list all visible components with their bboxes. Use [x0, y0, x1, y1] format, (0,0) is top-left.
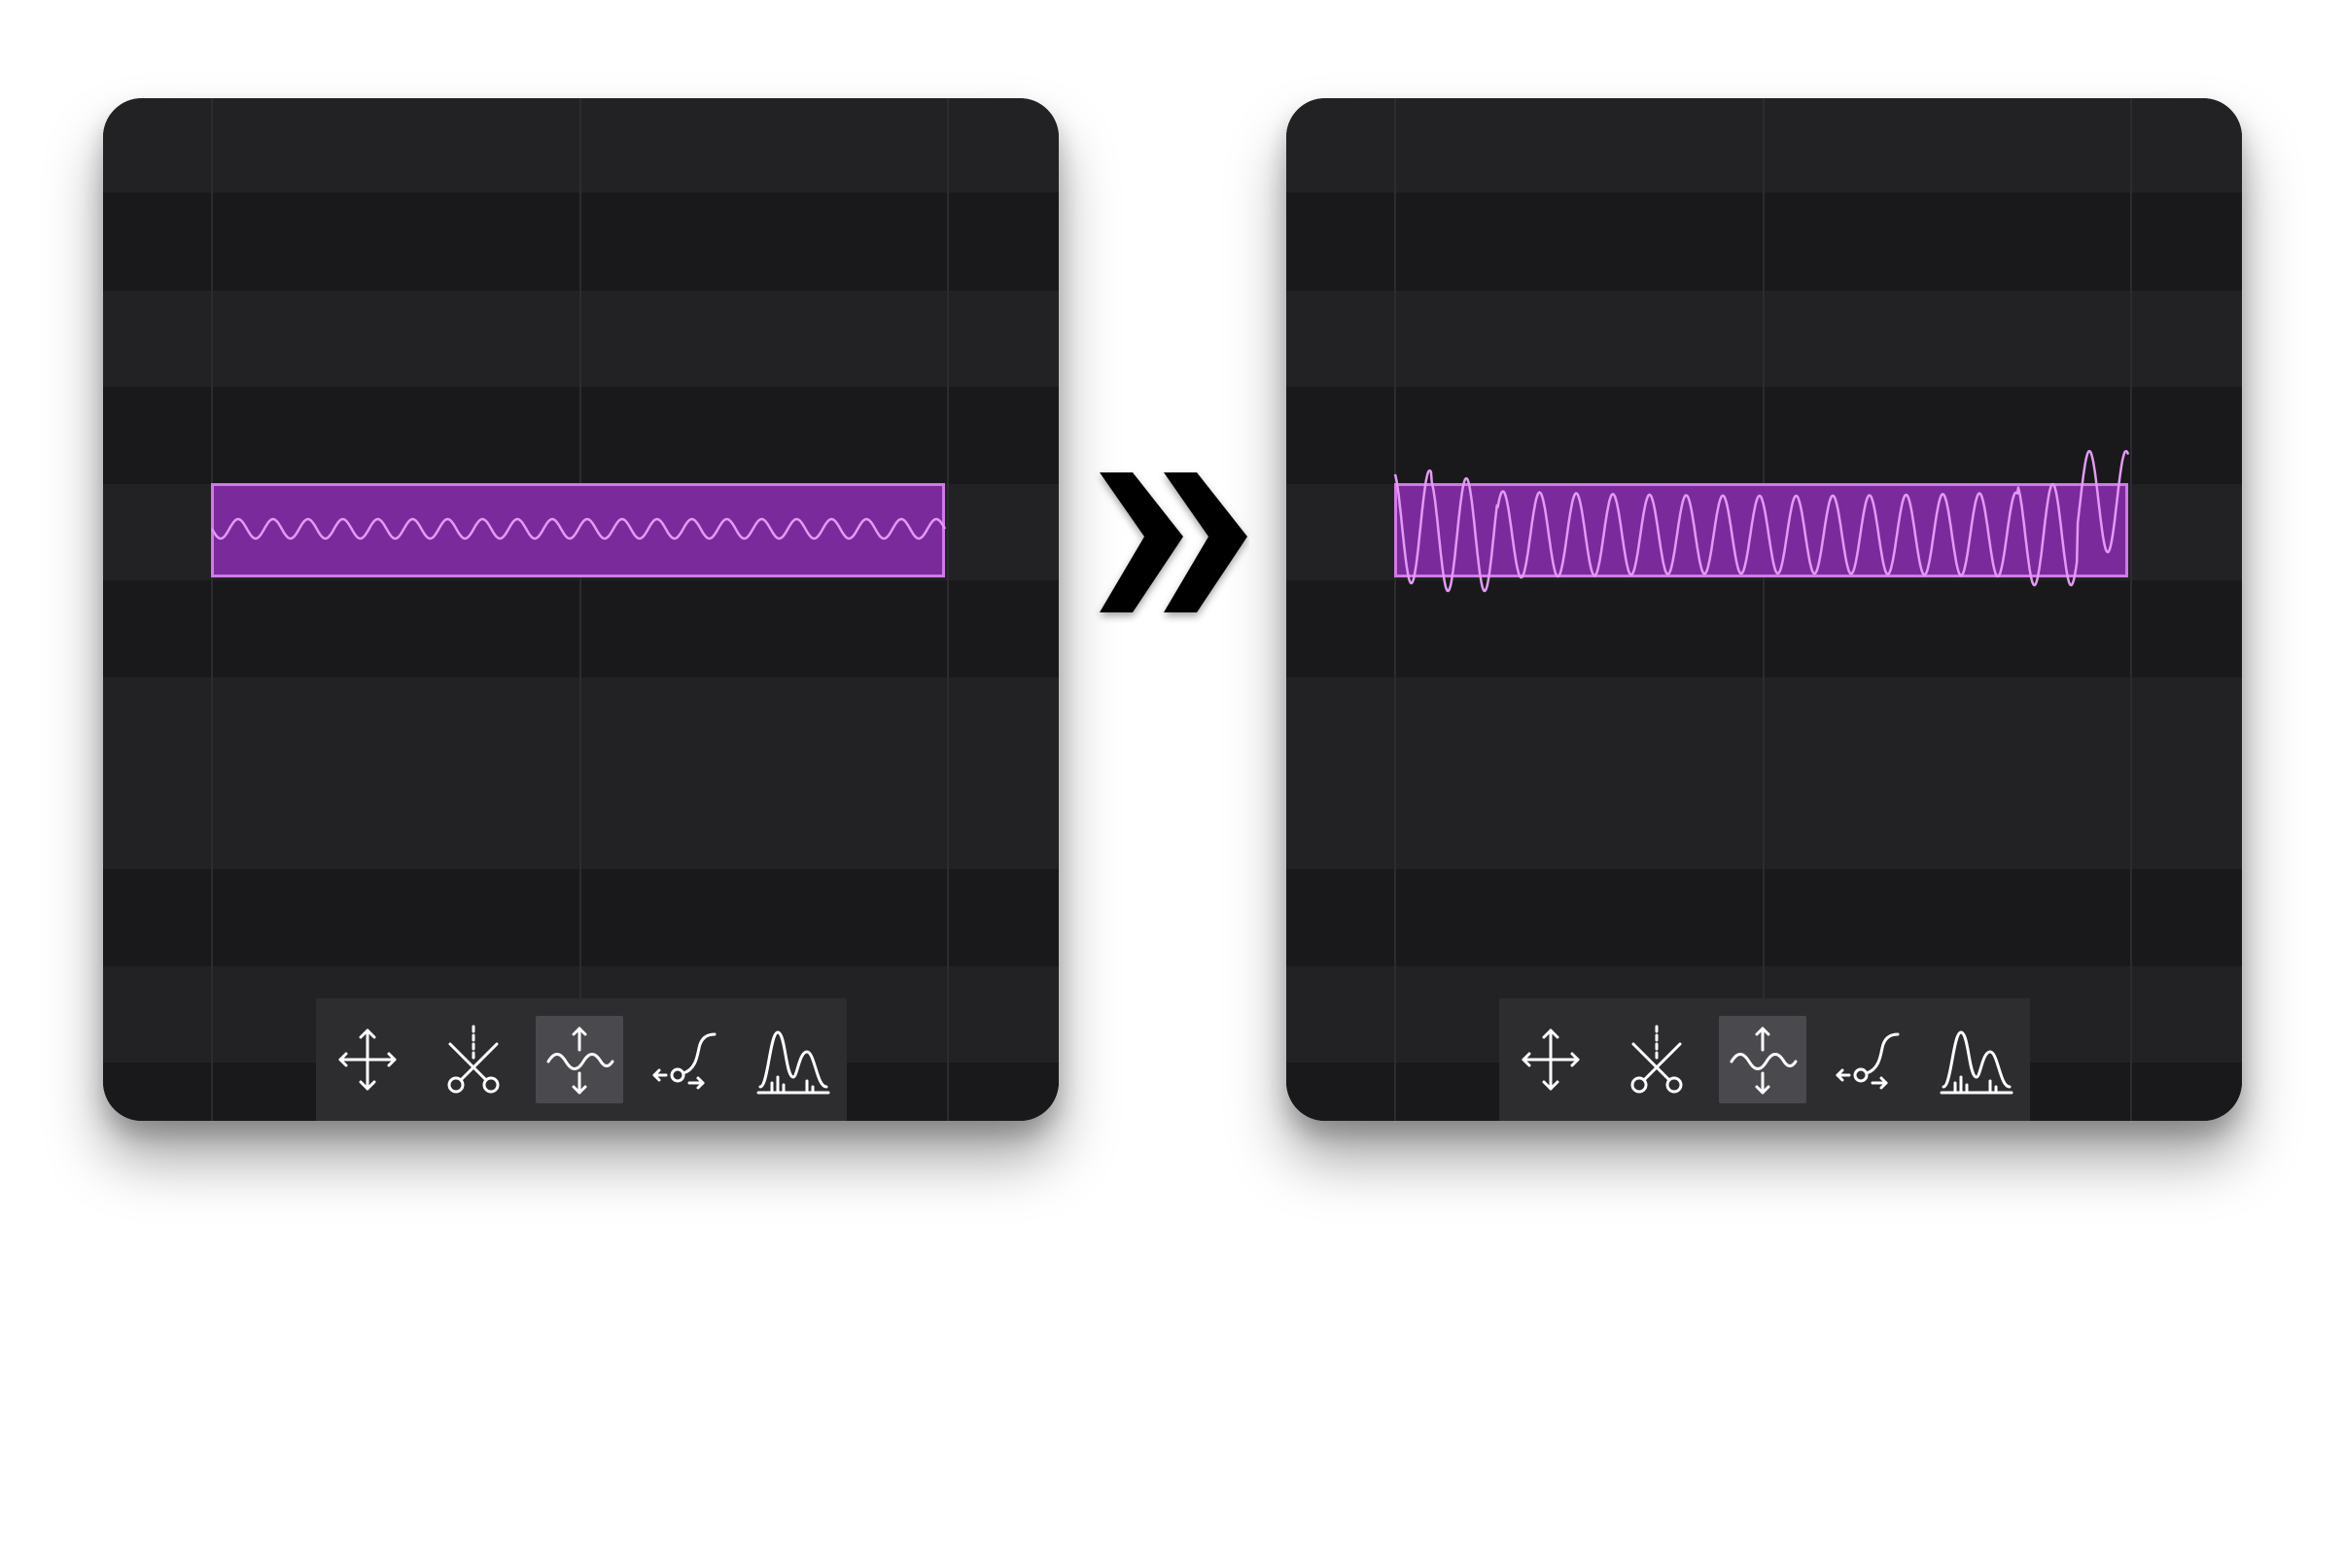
pitch-drift-tool-button[interactable]	[1825, 1016, 1912, 1103]
pitch-modulation-tool-button[interactable]	[536, 1016, 623, 1103]
move-arrows-icon	[1522, 1028, 1580, 1091]
after-editor-panel	[1286, 98, 2242, 1121]
move-tool-button[interactable]	[1507, 1016, 1594, 1103]
grid-line	[211, 98, 213, 1121]
grid-line	[947, 98, 949, 1121]
grid-line	[579, 98, 581, 1121]
grid-line	[1394, 98, 1396, 1121]
curve-handle-icon	[652, 1032, 717, 1090]
formant-peaks-icon	[1940, 1030, 2013, 1095]
grid-line	[1763, 98, 1765, 1121]
scissors-icon	[447, 1025, 500, 1094]
pitch-drift-tool-button[interactable]	[642, 1016, 729, 1103]
wave-updown-icon	[546, 1027, 614, 1095]
audio-note-blob[interactable]	[211, 483, 945, 577]
split-tool-button[interactable]	[1613, 1016, 1700, 1103]
move-arrows-icon	[338, 1028, 397, 1091]
formant-tool-button[interactable]	[1931, 1016, 2018, 1103]
tool-palette	[316, 998, 847, 1121]
split-tool-button[interactable]	[430, 1016, 517, 1103]
wave-updown-icon	[1730, 1027, 1798, 1095]
move-tool-button[interactable]	[324, 1016, 411, 1103]
formant-tool-button[interactable]	[748, 1016, 835, 1103]
scissors-icon	[1630, 1025, 1683, 1094]
grid-line	[2130, 98, 2132, 1121]
audio-note-blob[interactable]	[1394, 483, 2128, 577]
formant-peaks-icon	[756, 1030, 830, 1095]
before-editor-panel	[103, 98, 1059, 1121]
curve-handle-icon	[1836, 1032, 1900, 1090]
double-chevron-right-icon	[1100, 472, 1247, 612]
pitch-modulation-tool-button[interactable]	[1719, 1016, 1806, 1103]
tool-palette	[1499, 998, 2030, 1121]
